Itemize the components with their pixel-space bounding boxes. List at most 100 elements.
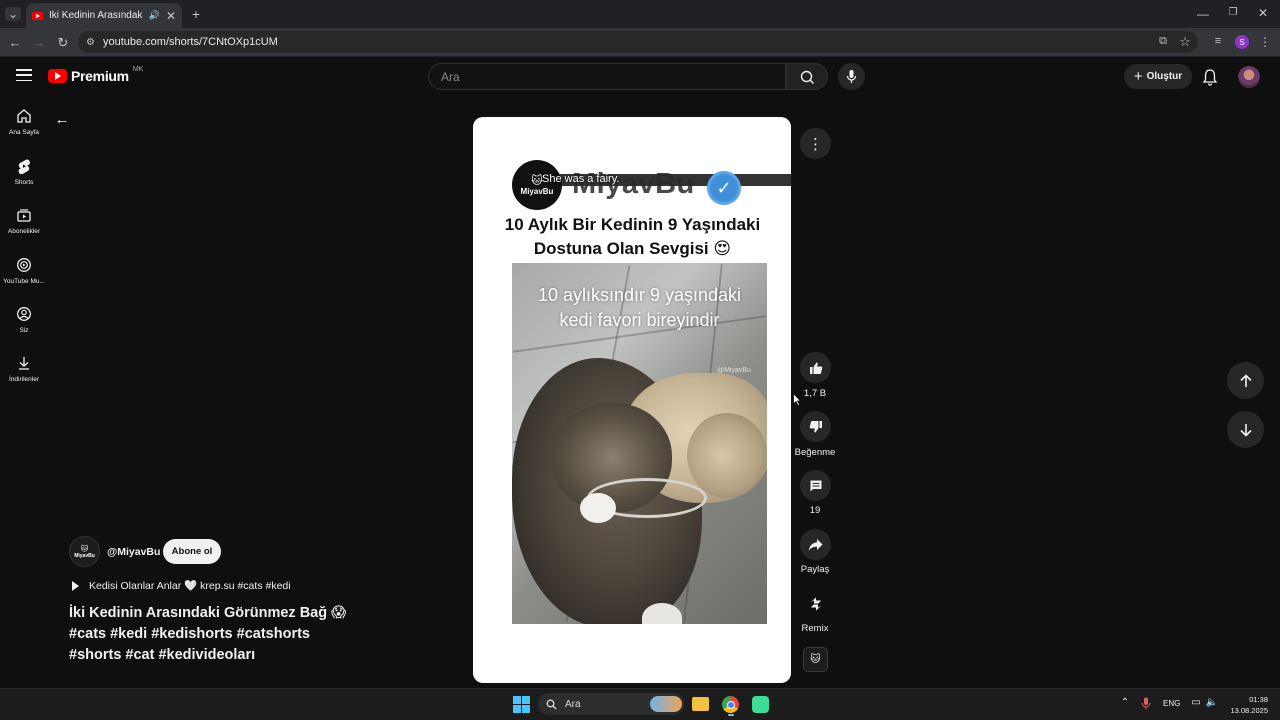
sidebar-item-label: YouTube Mu... — [3, 278, 45, 285]
tab-close-icon[interactable]: ✕ — [166, 9, 176, 23]
tray-volume-icon[interactable]: 🔈 — [1206, 697, 1218, 708]
sidebar-item-label: Abonelikler — [7, 228, 41, 235]
description-line1: İki Kedinin Arasındaki Görünmez Bağ 😱 — [69, 605, 347, 621]
notifications-bell-icon[interactable] — [1202, 68, 1218, 86]
thumbs-down-icon — [809, 420, 822, 432]
browser-menu-icon[interactable]: ⋮ — [1259, 35, 1271, 49]
dislike-button[interactable] — [800, 411, 831, 442]
chrome-taskbar-icon[interactable] — [722, 696, 739, 713]
like-button[interactable] — [800, 352, 831, 383]
taskbar-search[interactable]: Ara — [538, 693, 684, 715]
home-icon — [17, 109, 31, 123]
tab-search-chevron-icon[interactable]: ⌄ — [5, 7, 21, 21]
comment-count: 19 — [809, 505, 821, 516]
plus-icon: + — [1133, 68, 1143, 85]
description-line3: #shorts #cat #kedivideoları — [69, 647, 256, 663]
share-button[interactable] — [800, 529, 831, 560]
sidebar-item-youtube-music[interactable]: YouTube Mu... — [0, 257, 48, 285]
logo-text: Premium — [71, 68, 129, 84]
arrow-down-icon — [1239, 423, 1252, 437]
windows-start-icon[interactable] — [513, 696, 530, 713]
new-tab-plus-icon[interactable]: + — [189, 6, 203, 22]
sidebar-item-shorts[interactable]: Shorts — [0, 158, 48, 186]
microphone-icon — [846, 70, 857, 83]
window-minimize-icon[interactable]: — — [1196, 7, 1210, 21]
tray-network-icon[interactable]: ▭ — [1190, 697, 1202, 708]
logo-region: MK — [132, 65, 144, 73]
dislike-label: Beğenme — [794, 447, 836, 458]
profile-avatar[interactable]: S — [1235, 35, 1249, 49]
forward-arrow-icon[interactable]: → — [31, 35, 47, 50]
more-options-button[interactable]: ⋮ — [800, 128, 831, 159]
sidebar-item-subscriptions[interactable]: Abonelikler — [0, 207, 48, 235]
music-link[interactable]: Kedisi Olanlar Anlar 🤍 krep.su #cats #ke… — [72, 579, 291, 592]
sidebar-item-home[interactable]: Ana Sayfa — [0, 108, 48, 136]
tray-microphone-icon[interactable] — [1141, 697, 1151, 710]
create-button[interactable]: + Oluştur — [1124, 64, 1192, 89]
active-app-indicator — [728, 714, 734, 716]
remix-button[interactable] — [800, 588, 831, 619]
subscribe-button[interactable]: Abone ol — [163, 539, 221, 564]
tab-audio-icon[interactable]: 🔊 — [149, 10, 160, 21]
sidebar-item-label: Siz — [19, 327, 29, 334]
youtube-favicon-icon — [32, 11, 43, 20]
bookmark-star-icon[interactable]: ☆ — [1178, 34, 1192, 50]
next-short-button[interactable] — [1227, 411, 1264, 448]
previous-short-button[interactable] — [1227, 362, 1264, 399]
arrow-up-icon — [1239, 373, 1252, 387]
video-title-line1: 10 Aylık Bir Kedinin 9 Yaşındaki — [504, 215, 761, 234]
video-frame-caption: 10 aylıksındır 9 yaşındaki kedi favori b… — [512, 283, 767, 333]
frame-caption-line1: 10 aylıksındır 9 yaşındaki — [537, 285, 742, 305]
url-text: youtube.com/shorts/7CNtOXp1cUM — [102, 36, 278, 48]
comment-icon — [810, 480, 821, 491]
cream-cat-head — [687, 413, 767, 498]
reload-icon[interactable]: ↻ — [55, 35, 71, 51]
browser-tab-active[interactable]: İki Kedinin Arasındaki Görünmez Bağ 🔊 ✕ — [26, 3, 182, 28]
music-text: Kedisi Olanlar Anlar 🤍 krep.su #cats #ke… — [89, 580, 291, 592]
remix-icon — [810, 597, 821, 610]
youtube-premium-logo[interactable]: Premium MK — [48, 65, 144, 84]
app-taskbar-icon[interactable] — [752, 696, 769, 713]
install-app-icon[interactable]: ⧉ — [1156, 35, 1170, 48]
search-icon — [800, 70, 814, 84]
back-arrow-icon[interactable]: ← — [54, 110, 70, 128]
comments-button[interactable] — [800, 470, 831, 501]
video-title-overlay: 10 Aylık Bir Kedinin 9 Yaşındaki Dostuna… — [490, 213, 775, 261]
window-close-icon[interactable]: ✕ — [1256, 6, 1270, 20]
channel-avatar[interactable]: 🐱 MiyavBu — [69, 536, 100, 567]
mouse-cursor-icon — [793, 393, 801, 406]
hamburger-menu-icon[interactable] — [16, 69, 32, 81]
sidebar-item-you[interactable]: Siz — [0, 306, 48, 334]
omnibox[interactable]: ⚙ youtube.com/shorts/7CNtOXp1cUM — [78, 31, 1198, 53]
taskbar-clock[interactable]: 01:38 13.08.2025 — [1226, 694, 1268, 716]
sound-source-thumbnail[interactable]: 🐱 — [803, 647, 828, 672]
account-avatar[interactable] — [1238, 66, 1260, 88]
subscriptions-icon — [17, 209, 31, 222]
video-avatar-text: MiyavBu — [520, 187, 554, 196]
tray-language[interactable]: ENG — [1163, 699, 1180, 708]
more-vert-icon: ⋮ — [808, 135, 823, 153]
voice-search-button[interactable] — [838, 63, 865, 90]
site-info-icon[interactable]: ⚙ — [86, 37, 95, 48]
video-frame: 10 aylıksındır 9 yaşındaki kedi favori b… — [512, 263, 767, 624]
reading-list-icon[interactable]: ≡ — [1211, 35, 1225, 47]
file-explorer-icon[interactable] — [692, 697, 709, 711]
video-description[interactable]: İki Kedinin Arasındaki Görünmez Bağ 😱 #c… — [69, 603, 399, 666]
white-cat-tail — [642, 603, 682, 624]
share-label: Paylaş — [800, 564, 830, 575]
tray-overflow-chevron-icon[interactable]: ⌃ — [1119, 697, 1131, 708]
tab-title: İki Kedinin Arasındaki Görünmez Bağ — [49, 10, 143, 21]
back-arrow-icon[interactable]: ← — [7, 35, 23, 50]
channel-handle[interactable]: @MiyavBu — [107, 546, 160, 558]
search-icon — [546, 699, 557, 709]
clock-time: 01:38 — [1249, 695, 1268, 704]
sidebar-item-downloads[interactable]: İndirilenler — [0, 355, 48, 383]
verified-check-icon: ✓ — [707, 171, 741, 205]
frame-caption-line2: kedi favori bireyindir — [559, 310, 720, 330]
window-restore-icon[interactable]: ❐ — [1226, 7, 1240, 18]
sidebar-item-label: Ana Sayfa — [9, 129, 39, 136]
youtube-logo-icon — [48, 69, 67, 83]
search-button[interactable] — [786, 63, 828, 90]
video-channel-avatar: 🐱 MiyavBu — [512, 160, 562, 210]
search-input[interactable]: Ara — [428, 63, 786, 90]
